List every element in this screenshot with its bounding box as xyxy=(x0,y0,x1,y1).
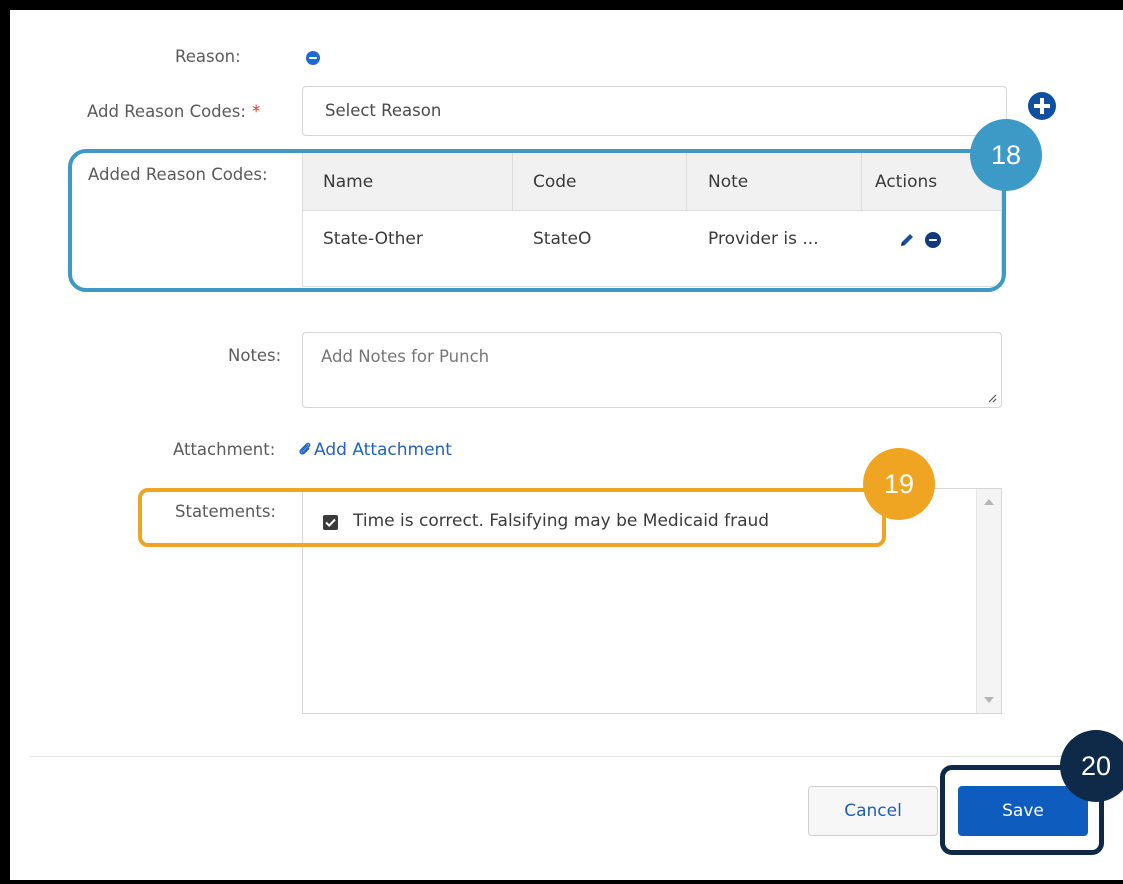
callout-19-frame xyxy=(138,488,886,547)
add-reason-plus-icon[interactable] xyxy=(1028,92,1056,120)
reason-select-placeholder: Select Reason xyxy=(325,101,442,120)
attachment-label: Attachment: xyxy=(173,440,276,459)
reason-select[interactable]: Select Reason xyxy=(302,86,1007,136)
cancel-button[interactable]: Cancel xyxy=(808,786,938,836)
scroll-down-icon[interactable] xyxy=(984,697,994,703)
callout-20-badge: 20 xyxy=(1060,730,1123,802)
notes-textarea[interactable]: Add Notes for Punch xyxy=(302,332,1002,408)
statements-scrollbar[interactable] xyxy=(976,489,1001,713)
footer-divider xyxy=(30,756,1123,757)
add-reason-codes-text: Add Reason Codes: xyxy=(87,102,246,121)
add-attachment-link[interactable]: Add Attachment xyxy=(298,440,452,460)
reason-minus-icon[interactable] xyxy=(306,51,320,65)
punch-edit-dialog: Reason: Add Reason Codes: * Select Reason… xyxy=(10,10,1123,880)
resize-handle-icon[interactable] xyxy=(987,393,997,403)
add-reason-codes-label: Add Reason Codes: * xyxy=(87,102,260,121)
paperclip-icon xyxy=(299,442,311,455)
reason-label: Reason: xyxy=(175,47,241,66)
add-attachment-text: Add Attachment xyxy=(314,440,452,460)
callout-18-badge: 18 xyxy=(970,119,1042,191)
notes-placeholder: Add Notes for Punch xyxy=(321,347,490,366)
required-marker: * xyxy=(251,102,261,121)
callout-18-frame xyxy=(68,149,1006,292)
notes-label: Notes: xyxy=(228,346,282,365)
callout-19-badge: 19 xyxy=(863,448,935,520)
scroll-up-icon[interactable] xyxy=(984,499,994,505)
